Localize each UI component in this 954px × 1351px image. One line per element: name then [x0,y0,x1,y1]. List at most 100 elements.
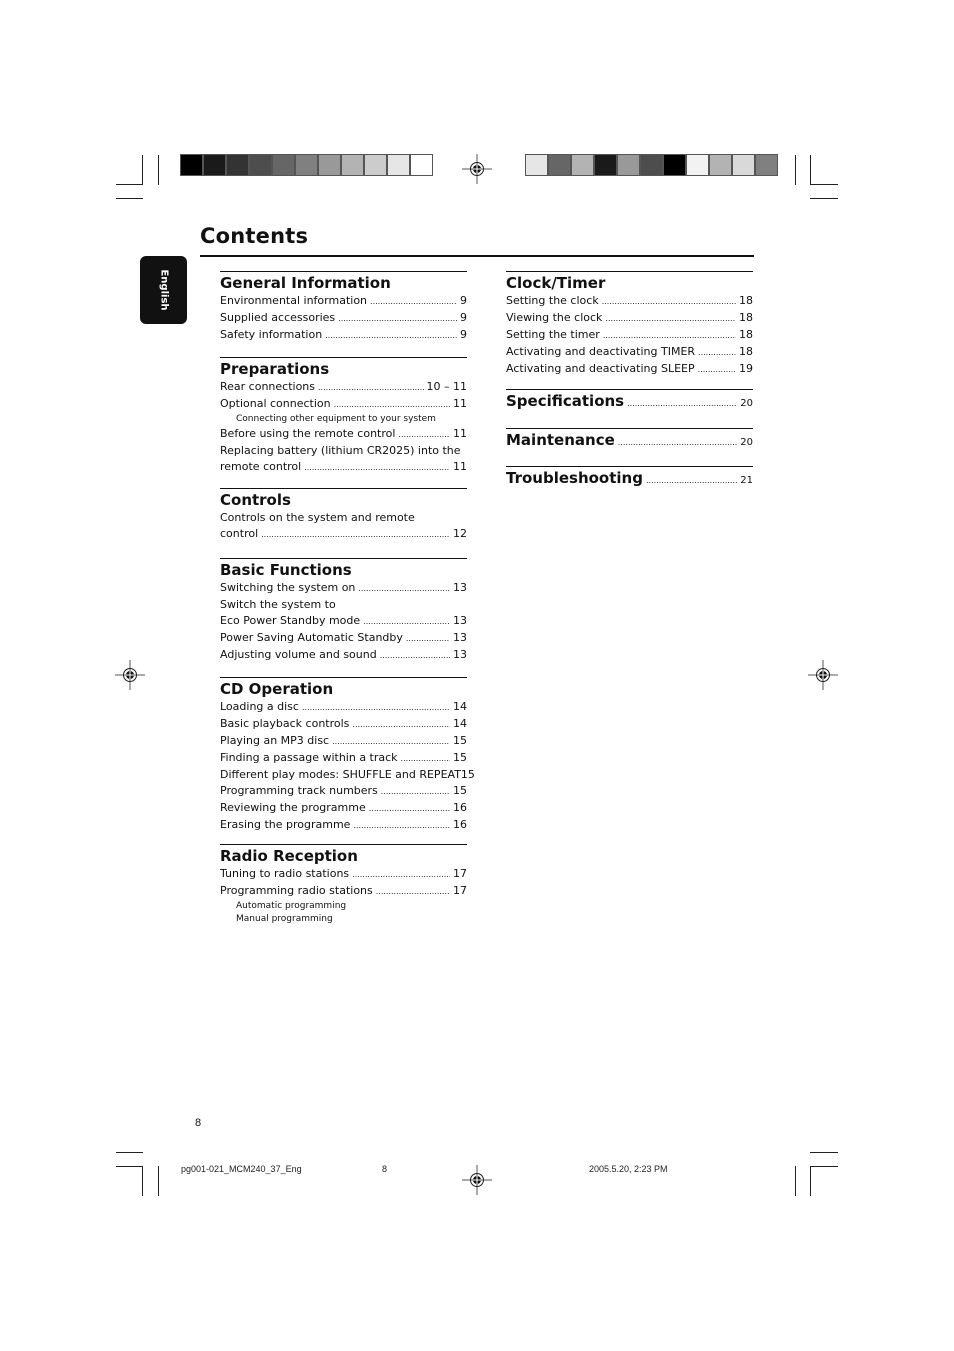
dot-leader [363,614,450,630]
dot-leader [380,648,450,664]
crop-mark [158,155,159,185]
entry-page: 20 [740,437,753,448]
registration-mark-icon [462,1165,492,1195]
section-heading: General Information [220,274,391,292]
toc-entry: Activating and deactivating SLEEP 19 [506,361,753,378]
section-heading: Maintenance [506,431,615,449]
entry-page: 9 [460,294,467,307]
page-number: 8 [195,1117,202,1129]
toc-entry: control 12 [220,526,467,543]
crop-mark [795,1166,796,1196]
entry-page: 18 [739,345,753,358]
footer-timestamp: 2005.5.20, 2:23 PM [589,1164,668,1174]
crop-mark [795,155,796,185]
toc-entry: Tuning to radio stations 17 [220,866,467,883]
crop-mark [810,184,838,185]
toc-entry: Replacing battery (lithium CR2025) into … [220,443,467,459]
toc-entry: Switch the system to [220,597,467,613]
toc-entry: Switching the system on 13 [220,580,467,597]
language-tab: English [140,256,187,324]
toc-section: General Information Environmental informa… [220,271,467,344]
dot-leader [358,581,450,597]
footer-filename: pg001-021_MCM240_37_Eng [181,1164,302,1174]
crop-mark [116,184,143,185]
entry-page: 13 [453,581,467,594]
color-swatch [296,155,317,175]
toc-entry: Eco Power Standby mode 13 [220,613,467,630]
toc-entry: Viewing the clock 18 [506,310,753,327]
section-rule [506,271,753,272]
toc-entry: Environmental information 9 [220,293,467,310]
toc-entry: remote control 11 [220,459,467,476]
entry-page: 15 [453,751,467,764]
section-heading: CD Operation [220,680,334,698]
entry-text: Playing an MP3 disc [220,734,330,747]
color-swatch [641,155,662,175]
toc-entry: Supplied accessories 9 [220,310,467,327]
crop-mark [158,1166,159,1196]
dot-leader [332,734,450,750]
entry-page: 16 [453,801,467,814]
color-swatch [572,155,593,175]
entry-text: Replacing battery (lithium CR2025) into … [220,444,461,457]
crop-mark [810,1166,838,1167]
color-calibration-bar-right [525,154,778,176]
crop-mark [810,1152,838,1153]
toc-entry: Rear connections 10 – 11 [220,379,467,396]
section-rule [220,271,467,272]
entry-text: Reviewing the programme [220,801,366,814]
color-swatch [342,155,363,175]
toc-entry: Setting the timer 18 [506,327,753,344]
entry-page: 17 [453,884,467,897]
entry-text: Finding a passage within a track [220,751,398,764]
entry-text: Loading a disc [220,700,299,713]
toc-entry: Playing an MP3 disc 15 [220,733,467,750]
color-swatch [227,155,248,175]
dot-leader [698,362,736,378]
entry-text: control [220,527,259,540]
entry-text: Optional connection [220,397,331,410]
section-heading: Radio Reception [220,847,358,865]
toc-section: Specifications 20 [506,389,753,410]
dot-leader [603,328,736,344]
entry-page: 13 [453,631,467,644]
toc-entry: Programming radio stations 17 [220,883,467,900]
dot-leader [369,801,450,817]
section-rule [220,357,467,358]
toc-entry: Erasing the programme 16 [220,817,467,834]
entry-page: 12 [453,527,467,540]
registration-mark-icon [808,660,838,690]
crop-mark [810,1166,811,1196]
color-swatch [204,155,225,175]
entry-page: 15 [460,768,475,781]
toc-subentry: Manual programming [236,914,333,924]
color-calibration-bar-left [180,154,433,176]
crop-mark [116,1166,143,1167]
toc-entry: Power Saving Automatic Standby 13 [220,630,467,647]
dot-leader [376,884,450,900]
entry-page: 9 [460,328,467,341]
toc-entry: Setting the clock 18 [506,293,753,310]
entry-page: 15 [453,734,467,747]
dot-leader [370,294,457,310]
entry-page: 11 [453,427,467,440]
section-rule [220,677,467,678]
entry-page: 21 [740,475,753,486]
entry-text: Switching the system on [220,581,356,594]
color-swatch [595,155,616,175]
entry-page: 18 [739,328,753,341]
color-swatch [526,155,547,175]
dot-leader [325,328,457,344]
dot-leader [401,751,450,767]
entry-text: Basic playback controls [220,717,350,730]
dot-leader [304,460,450,476]
entry-page: 15 [453,784,467,797]
toc-entry: Safety information 9 [220,327,467,344]
entry-text: Adjusting volume and sound [220,648,377,661]
entry-text: Erasing the programme [220,818,351,831]
entry-page: 20 [740,398,753,409]
entry-text: Switch the system to [220,598,336,611]
dot-leader [406,631,450,647]
dot-leader [602,294,736,310]
toc-section: Controls Controls on the system and remot… [220,488,467,543]
